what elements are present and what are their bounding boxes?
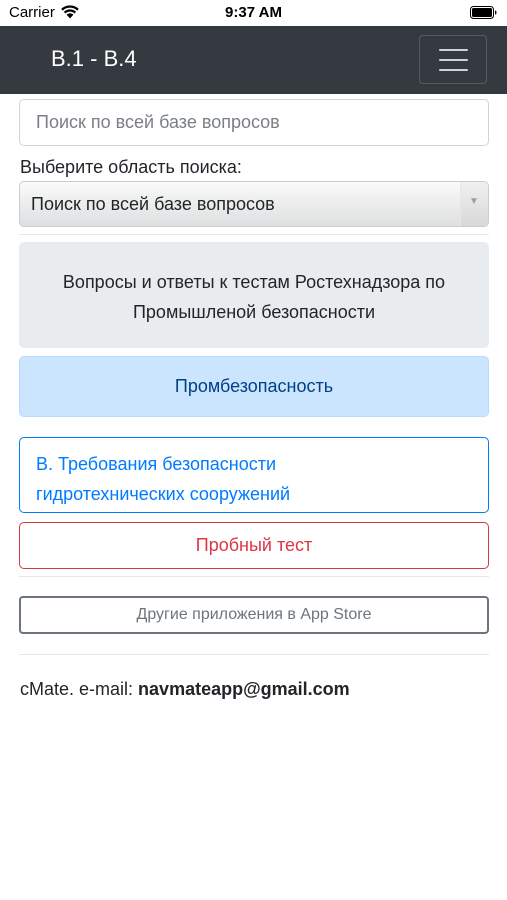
footer-contact: cMate. e-mail: navmateapp@gmail.com (20, 679, 350, 700)
status-time: 9:37 AM (225, 4, 282, 21)
other-apps-button[interactable]: Другие приложения в App Store (19, 596, 489, 634)
navbar: B.1 - B.4 (0, 26, 507, 94)
search-scope-selected: Поиск по всей базе вопросов (31, 194, 275, 214)
search-input[interactable] (19, 99, 489, 146)
trial-test-button[interactable]: Пробный тест (19, 522, 489, 569)
divider (19, 234, 489, 235)
menu-toggle-button[interactable] (419, 35, 487, 84)
divider (19, 654, 489, 655)
select-arrow-area: ▼ (460, 182, 488, 226)
status-bar: Carrier 9:37 AM (0, 0, 507, 26)
info-card: Вопросы и ответы к тестам Ростехнадзора … (19, 242, 489, 348)
info-card-line-2: Промышленой безопасности (132, 302, 376, 322)
divider (19, 576, 489, 577)
section-label-promsafety: Промбезопасность (19, 356, 489, 417)
footer-prefix: cMate. e-mail: (20, 679, 134, 699)
chevron-down-icon: ▼ (469, 196, 479, 207)
navbar-brand[interactable]: B.1 - B.4 (51, 46, 137, 72)
search-scope-select[interactable]: Поиск по всей базе вопросов ▼ (19, 181, 489, 227)
footer-email[interactable]: navmateapp@gmail.com (138, 679, 350, 699)
topic-label-line-1: В. Требования безопасности (36, 454, 277, 474)
topic-button-hydro[interactable]: В. Требования безопасности гидротехничес… (19, 437, 489, 513)
search-scope-label: Выберите область поиска: (20, 157, 242, 177)
info-card-line-1: Вопросы и ответы к тестам Ростехнадзора … (62, 272, 446, 292)
topic-label-line-2: гидротехнических сооружений (36, 484, 291, 504)
battery-icon (470, 6, 497, 19)
